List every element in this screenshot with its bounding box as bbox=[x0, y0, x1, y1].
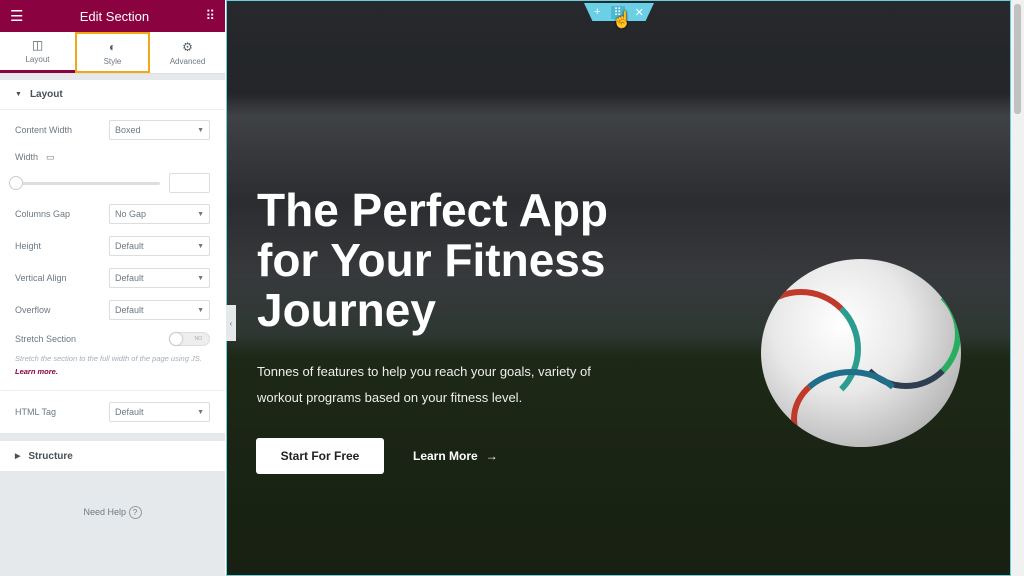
vertical-align-label: Vertical Align bbox=[15, 273, 67, 283]
hamburger-menu-icon[interactable]: ☰ bbox=[10, 7, 23, 25]
question-icon: ? bbox=[128, 506, 142, 519]
stretch-note: Stretch the section to the full width of… bbox=[0, 352, 225, 390]
learn-more-button[interactable]: Learn More → bbox=[413, 438, 498, 474]
tab-label: Style bbox=[103, 56, 122, 66]
columns-gap-select[interactable]: No Gap ▼ bbox=[109, 204, 210, 224]
learn-more-link[interactable]: Learn more. bbox=[15, 367, 58, 376]
caret-down-icon: ▼ bbox=[197, 408, 204, 416]
hero-section[interactable]: The Perfect App for Your Fitness Journey… bbox=[226, 0, 1011, 576]
height-select[interactable]: Default ▼ bbox=[109, 236, 210, 256]
select-value: Default bbox=[115, 273, 144, 283]
hero-title: The Perfect App for Your Fitness Journey bbox=[257, 184, 609, 336]
football-image bbox=[761, 259, 961, 447]
panel-header: ☰ Edit Section ⠿ bbox=[0, 0, 225, 32]
need-help-link[interactable]: Need Help ? bbox=[0, 506, 225, 519]
layout-section-toggle[interactable]: ▼ Layout bbox=[0, 80, 225, 110]
caret-down-icon: ▼ bbox=[15, 91, 22, 98]
delete-section-icon[interactable]: ✕ bbox=[635, 6, 644, 19]
select-value: Default bbox=[115, 305, 144, 315]
structure-section-toggle[interactable]: ▶ Structure bbox=[0, 441, 225, 471]
grid-apps-icon[interactable]: ⠿ bbox=[205, 8, 215, 24]
height-label: Height bbox=[15, 241, 42, 251]
slider-handle[interactable] bbox=[9, 176, 23, 190]
select-value: Default bbox=[115, 407, 144, 417]
select-value: Default bbox=[115, 241, 144, 251]
caret-down-icon: ▼ bbox=[197, 274, 204, 282]
stretch-section-label: Stretch Section bbox=[15, 334, 77, 344]
html-tag-label: HTML Tag bbox=[15, 407, 57, 417]
panel-title: Edit Section bbox=[79, 8, 150, 24]
section-title: Layout bbox=[29, 89, 63, 100]
section-title: Structure bbox=[28, 450, 73, 462]
tab-label: Advanced bbox=[169, 56, 206, 66]
arrow-right-icon: → bbox=[485, 449, 498, 463]
caret-down-icon: ▼ bbox=[197, 306, 204, 314]
caret-down-icon: ▼ bbox=[197, 210, 204, 218]
hand-cursor-icon: ☝ bbox=[612, 12, 632, 29]
content-width-select[interactable]: Boxed ▼ bbox=[109, 120, 210, 140]
button-label: Start For Free bbox=[280, 449, 360, 463]
overflow-label: Overflow bbox=[15, 305, 51, 315]
panel-tabs: ◫ Layout ◐ Style ⚙ Advanced bbox=[0, 32, 225, 74]
tab-advanced[interactable]: ⚙ Advanced bbox=[150, 32, 225, 73]
select-value: No Gap bbox=[115, 209, 147, 219]
scrollbar[interactable] bbox=[1011, 0, 1024, 576]
width-label: Width bbox=[15, 152, 39, 162]
half-circle-icon: ◐ bbox=[108, 39, 117, 54]
start-for-free-button[interactable]: Start For Free bbox=[256, 438, 384, 474]
tab-label: Layout bbox=[25, 55, 50, 64]
editor-panel: ☰ Edit Section ⠿ ◫ Layout ◐ Style ⚙ Advance… bbox=[0, 0, 225, 576]
button-label: Learn More bbox=[413, 449, 478, 463]
chevron-left-icon: ‹ bbox=[229, 318, 233, 328]
stretch-section-toggle[interactable]: NO bbox=[169, 332, 210, 346]
layout-section: ▼ Layout Content Width Boxed ▼ Width ▭ Colum… bbox=[0, 80, 225, 433]
tab-layout[interactable]: ◫ Layout bbox=[0, 32, 75, 73]
tab-style[interactable]: ◐ Style bbox=[75, 32, 150, 73]
width-slider[interactable] bbox=[9, 176, 160, 190]
caret-right-icon: ▶ bbox=[15, 453, 21, 460]
note-text: Stretch the section to the full width of… bbox=[15, 354, 202, 363]
caret-down-icon: ▼ bbox=[197, 126, 204, 134]
columns-icon: ◫ bbox=[31, 38, 44, 52]
overflow-select[interactable]: Default ▼ bbox=[109, 300, 210, 320]
content-width-label: Content Width bbox=[15, 125, 73, 135]
scrollbar-thumb[interactable] bbox=[1014, 4, 1021, 114]
html-tag-select[interactable]: Default ▼ bbox=[109, 402, 210, 422]
gear-icon: ⚙ bbox=[182, 39, 193, 54]
vertical-align-select[interactable]: Default ▼ bbox=[109, 268, 210, 288]
toggle-state: NO bbox=[194, 336, 203, 342]
help-label: Need Help bbox=[83, 507, 126, 517]
width-input[interactable] bbox=[169, 173, 210, 193]
add-section-icon[interactable]: + bbox=[594, 6, 600, 18]
select-value: Boxed bbox=[115, 125, 141, 135]
caret-down-icon: ▼ bbox=[197, 242, 204, 250]
desktop-icon[interactable]: ▭ bbox=[46, 152, 55, 163]
hero-subtitle: Tonnes of features to help you reach you… bbox=[257, 364, 591, 405]
collapse-panel-button[interactable]: ‹ bbox=[226, 305, 236, 341]
columns-gap-label: Columns Gap bbox=[15, 209, 71, 219]
